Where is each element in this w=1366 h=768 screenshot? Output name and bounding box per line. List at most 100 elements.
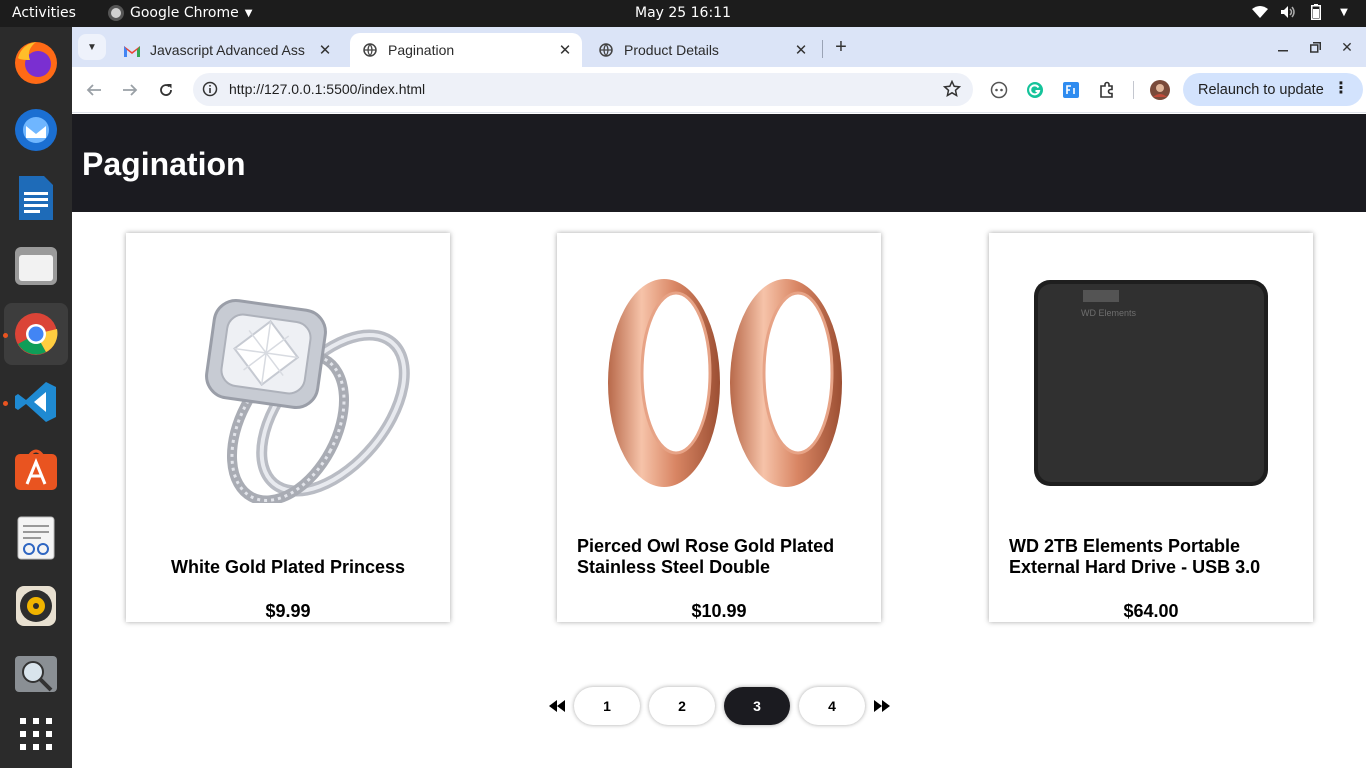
- tab-title: Pagination: [388, 42, 455, 58]
- extension-button[interactable]: [1060, 79, 1082, 101]
- more-vert-icon: ⋮: [1333, 80, 1349, 97]
- dock-rhythmbox[interactable]: [4, 575, 68, 637]
- product-image: [126, 233, 450, 533]
- power-menu-icon: ▼: [1340, 6, 1348, 18]
- url-text: http://127.0.0.1:5500/index.html: [229, 81, 426, 97]
- globe-icon: [598, 42, 614, 58]
- activities-button[interactable]: Activities: [12, 5, 76, 21]
- dock-show-apps[interactable]: [4, 703, 68, 765]
- site-info-icon[interactable]: [202, 81, 218, 97]
- app-center-icon: [15, 449, 57, 490]
- restore-button[interactable]: [1304, 36, 1326, 58]
- dock-vscode[interactable]: [4, 371, 68, 433]
- rose-gold-plugs-image: [608, 279, 842, 487]
- product-image: [557, 233, 881, 533]
- dock-text-editor[interactable]: [4, 507, 68, 569]
- bookmark-star-icon[interactable]: [943, 80, 961, 98]
- browser-window: ▼ Javascript Advanced Ass ✕ Pagination ✕…: [72, 27, 1366, 768]
- tab-gmail[interactable]: Javascript Advanced Ass ✕: [112, 33, 342, 67]
- grammarly-icon: [1027, 82, 1043, 98]
- page-button-2[interactable]: 2: [649, 687, 715, 725]
- arrow-left-icon: [86, 84, 101, 96]
- page-header: Pagination: [72, 114, 1366, 212]
- extension-button[interactable]: [1024, 79, 1046, 101]
- tab-separator: [822, 40, 823, 58]
- close-window-button[interactable]: ✕: [1336, 36, 1358, 58]
- reload-icon: [160, 84, 172, 96]
- page-button-1[interactable]: 1: [574, 687, 640, 725]
- gmail-icon: [124, 42, 140, 58]
- page-button-3[interactable]: 3: [724, 687, 790, 725]
- product-card[interactable]: WD Elements WD 2TB Elements Portable Ext…: [989, 233, 1313, 622]
- arrow-right-icon: [123, 84, 138, 96]
- product-card[interactable]: Pierced Owl Rose Gold Plated Stainless S…: [557, 233, 881, 622]
- globe-icon: [362, 42, 378, 58]
- back-button[interactable]: [83, 79, 105, 101]
- last-page-button[interactable]: [873, 697, 891, 715]
- hard-drive-image: WD Elements: [1034, 280, 1268, 486]
- rhythmbox-icon: [16, 586, 56, 626]
- dock-app-center[interactable]: [4, 439, 68, 501]
- relaunch-label: Relaunch to update: [1198, 81, 1324, 98]
- show-apps-icon: [20, 718, 52, 750]
- chrome-app-icon: [108, 5, 124, 21]
- address-bar[interactable]: http://127.0.0.1:5500/index.html: [193, 73, 973, 106]
- minimize-icon: [1278, 50, 1288, 52]
- running-indicator: [3, 333, 8, 338]
- dock-chrome[interactable]: [4, 303, 68, 365]
- relaunch-button[interactable]: Relaunch to update ⋮: [1183, 73, 1363, 106]
- font-identifier-icon: [1063, 82, 1079, 98]
- system-tray[interactable]: ▼: [1252, 4, 1352, 20]
- dock-writer[interactable]: [4, 167, 68, 229]
- writer-icon: [19, 176, 53, 220]
- extensions-menu-button[interactable]: [1096, 79, 1118, 101]
- new-tab-button[interactable]: +: [830, 36, 852, 58]
- tab-search-button[interactable]: ▼: [78, 34, 106, 60]
- thunderbird-icon: [15, 109, 57, 151]
- page-button-4[interactable]: 4: [799, 687, 865, 725]
- double-chevron-right-icon: [874, 700, 890, 712]
- browser-toolbar: http://127.0.0.1:5500/index.html Relaunc…: [72, 67, 1366, 113]
- close-icon[interactable]: ✕: [316, 41, 334, 59]
- tab-pagination[interactable]: Pagination ✕: [350, 33, 582, 67]
- avatar: [1150, 80, 1170, 100]
- close-icon: ✕: [1341, 38, 1353, 55]
- minimize-button[interactable]: [1272, 36, 1294, 58]
- text-editor-icon: [17, 516, 55, 560]
- product-price: $10.99: [691, 601, 747, 621]
- app-menu[interactable]: Google Chrome ▼: [108, 5, 252, 21]
- dock-thunderbird[interactable]: [4, 99, 68, 161]
- dock-image-viewer[interactable]: [4, 643, 68, 705]
- reload-button[interactable]: [155, 79, 177, 101]
- files-icon: [15, 247, 57, 285]
- tab-title: Javascript Advanced Ass: [150, 42, 305, 58]
- tab-title: Product Details: [624, 42, 719, 58]
- product-image: WD Elements: [989, 233, 1313, 533]
- tab-product-details[interactable]: Product Details ✕: [586, 33, 818, 67]
- close-icon[interactable]: ✕: [792, 41, 810, 59]
- dock: [0, 27, 72, 768]
- wifi-icon: [1252, 4, 1268, 20]
- product-name: WD 2TB Elements Portable External Hard D…: [1009, 536, 1261, 577]
- forward-button[interactable]: [119, 79, 141, 101]
- dock-firefox[interactable]: [4, 31, 68, 93]
- battery-icon: [1308, 4, 1324, 20]
- tab-strip: ▼ Javascript Advanced Ass ✕ Pagination ✕…: [72, 27, 1366, 67]
- profile-button[interactable]: [1149, 79, 1171, 101]
- product-card[interactable]: White Gold Plated Princess $9.99: [126, 233, 450, 622]
- chevron-down-icon: ▼: [244, 7, 253, 19]
- product-price: $64.00: [1123, 601, 1179, 621]
- running-indicator: [3, 401, 8, 406]
- first-page-button[interactable]: [548, 697, 566, 715]
- eye-dropper-extension-icon: [990, 81, 1008, 99]
- firefox-icon: [15, 42, 57, 84]
- page-title: Pagination: [82, 146, 246, 182]
- product-price: $9.99: [265, 601, 311, 621]
- extension-button[interactable]: [988, 79, 1010, 101]
- vscode-icon: [15, 382, 56, 422]
- image-viewer-icon: [15, 656, 57, 692]
- close-icon[interactable]: ✕: [556, 41, 574, 59]
- page-content: Pagination White Gold Plated Princess $9…: [72, 114, 1366, 768]
- dock-files[interactable]: [4, 235, 68, 297]
- drive-label: WD Elements: [1081, 308, 1137, 318]
